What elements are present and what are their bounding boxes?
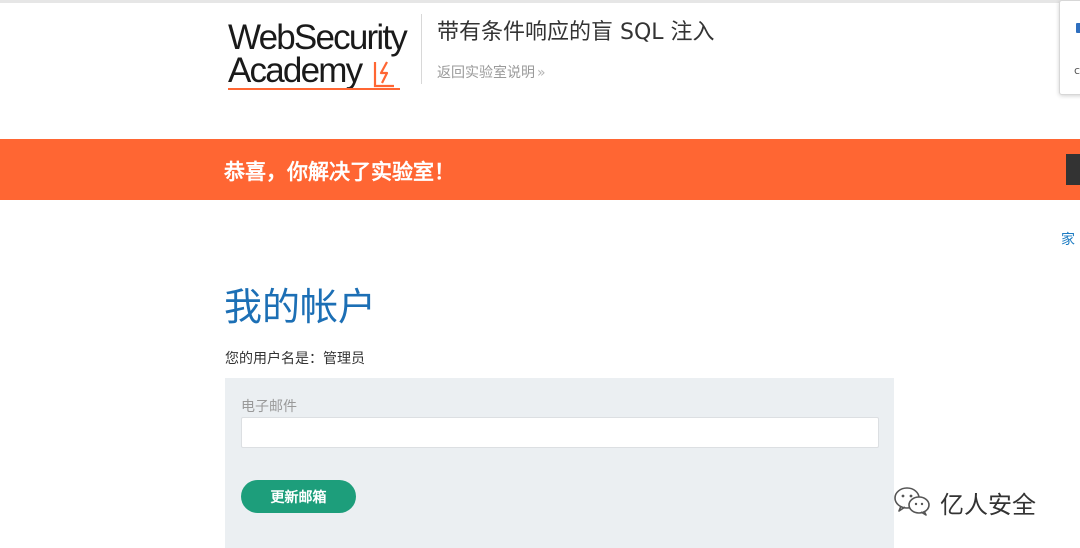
username-text: 您的用户名是：管理员	[225, 351, 365, 367]
solved-message: 恭喜，你解决了实验室！	[224, 160, 455, 184]
top-rule	[0, 0, 1080, 3]
page-title: 我的帐户	[224, 285, 377, 329]
logo-line-2: Academy	[228, 51, 363, 90]
home-link[interactable]: 家	[1061, 229, 1075, 249]
watermark: 亿人安全	[892, 484, 1062, 520]
update-email-button[interactable]: 更新邮箱	[241, 480, 356, 513]
lightning-bolt-icon	[373, 61, 394, 88]
back-link-label: 返回实验室说明	[437, 65, 535, 81]
wechat-icon	[894, 487, 930, 516]
extension-square-icon	[1076, 23, 1080, 33]
double-chevron-right-icon: »	[537, 65, 546, 81]
update-email-form: 电子邮件 更新邮箱	[225, 378, 894, 548]
banner-share-button[interactable]	[1066, 154, 1080, 185]
email-label: 电子邮件	[241, 399, 297, 415]
extension-label: c	[1074, 64, 1080, 77]
lab-title: 带有条件响应的盲 SQL 注入	[437, 20, 715, 45]
web-security-academy-logo[interactable]: WebSecurity Academy	[226, 18, 420, 96]
header-divider	[421, 14, 422, 84]
watermark-text: 亿人安全	[940, 491, 1036, 519]
lab-solved-banner: 恭喜，你解决了实验室！	[0, 139, 1080, 200]
browser-extension-panel[interactable]: c	[1059, 0, 1080, 95]
email-input[interactable]	[241, 417, 879, 448]
back-to-lab-description-link[interactable]: 返回实验室说明»	[437, 62, 546, 82]
logo-underline	[228, 88, 400, 90]
